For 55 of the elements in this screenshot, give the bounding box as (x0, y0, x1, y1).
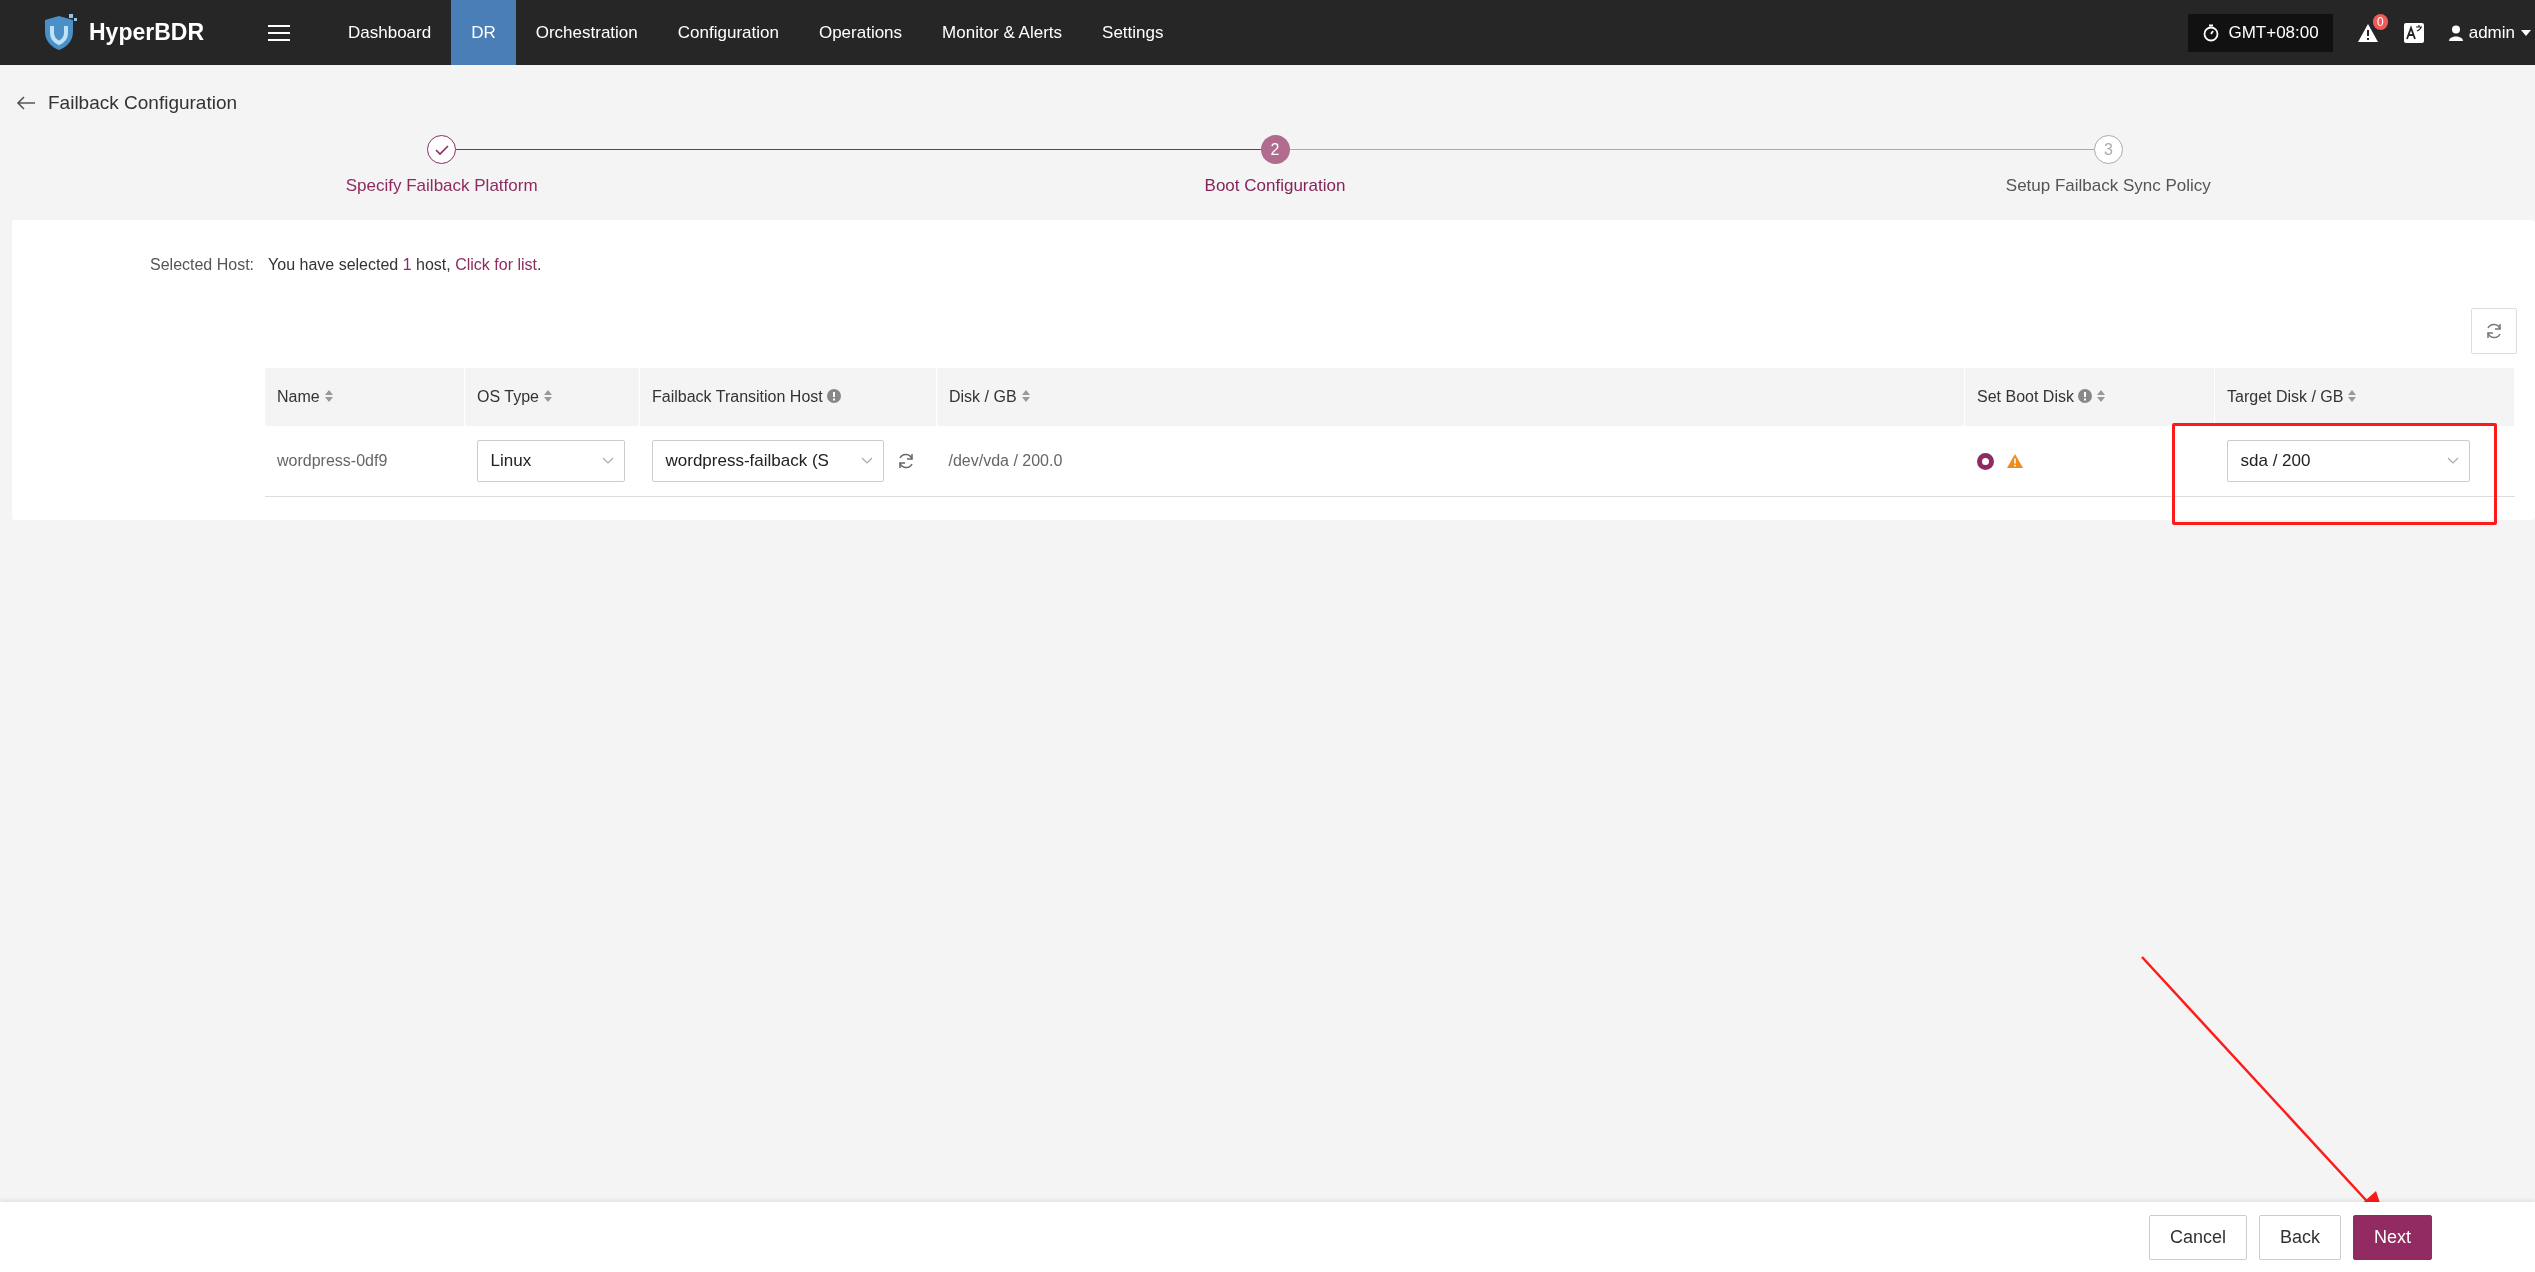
brand-name: HyperBDR (89, 19, 205, 46)
timezone-button[interactable]: GMT+08:00 (2188, 13, 2333, 52)
step-number: 2 (1260, 135, 1290, 164)
user-menu[interactable]: admin (2448, 22, 2531, 43)
field-label: Selected Host: (150, 256, 255, 274)
sort-icon[interactable] (2096, 390, 2105, 402)
column-header[interactable]: OS Type (464, 368, 640, 426)
refresh-button[interactable] (2471, 308, 2517, 354)
nav-tab[interactable]: Settings (1082, 0, 1184, 65)
sort-icon[interactable] (543, 390, 552, 402)
step-label: Specify Failback Platform (345, 176, 538, 196)
translate-icon[interactable] (2402, 21, 2425, 44)
page-title: Failback Configuration (48, 91, 238, 114)
info-icon (2077, 389, 2092, 403)
nav-tab[interactable]: Orchestration (515, 0, 658, 65)
sort-icon[interactable] (1021, 390, 1030, 402)
selection-summary: You have selected 1 host, Click for list. (268, 256, 542, 274)
boot-disk-radio[interactable] (1976, 452, 1994, 470)
caret-icon (2521, 29, 2531, 36)
column-header[interactable]: Target Disk / GB (2214, 368, 2515, 426)
target-disk-select[interactable]: sda / 200 (2226, 440, 2470, 482)
column-header[interactable]: Failback Transition Host (639, 368, 937, 426)
column-header[interactable]: Set Boot Disk (1964, 368, 2215, 426)
transition-host-select[interactable]: wordpress-failback (S (651, 440, 884, 482)
refresh-icon (2484, 321, 2504, 341)
step-label: Boot Configuration (1204, 176, 1346, 196)
nav-tab[interactable]: Monitor & Alerts (922, 0, 1083, 65)
os-type-select[interactable]: Linux (476, 440, 625, 482)
sort-icon[interactable] (324, 390, 333, 402)
footer-button[interactable]: Cancel (2148, 1214, 2247, 1260)
sort-icon[interactable] (2348, 390, 2357, 402)
nav-tab[interactable]: DR (451, 0, 516, 65)
chevron-down-icon (601, 457, 614, 465)
step-number: 3 (2093, 135, 2123, 164)
host-name: wordpress-0df9 (277, 452, 388, 469)
info-icon (826, 389, 841, 403)
host-list-link[interactable]: Click for list (455, 256, 537, 273)
shield-logo-icon (43, 13, 77, 52)
chevron-down-icon (860, 457, 873, 465)
nav-tab[interactable]: Dashboard (328, 0, 452, 65)
nav-tab[interactable]: Operations (798, 0, 923, 65)
menu-icon[interactable] (268, 23, 290, 42)
step-label: Setup Failback Sync Policy (2005, 176, 2211, 196)
footer-button[interactable]: Next (2353, 1214, 2432, 1260)
nav-tab[interactable]: Configuration (657, 0, 799, 65)
alert-count-badge: 0 (2373, 13, 2388, 30)
alert-icon[interactable] (2356, 22, 2379, 43)
footer-button[interactable]: Back (2258, 1214, 2341, 1260)
back-arrow-icon[interactable] (16, 94, 36, 111)
disk-size: /dev/vda / 200.0 (948, 452, 1063, 469)
timer-icon (2202, 23, 2221, 42)
chevron-down-icon (2446, 457, 2459, 465)
user-icon (2448, 24, 2463, 41)
column-header[interactable]: Disk / GB (936, 368, 1965, 426)
column-header[interactable]: Name (265, 368, 465, 426)
